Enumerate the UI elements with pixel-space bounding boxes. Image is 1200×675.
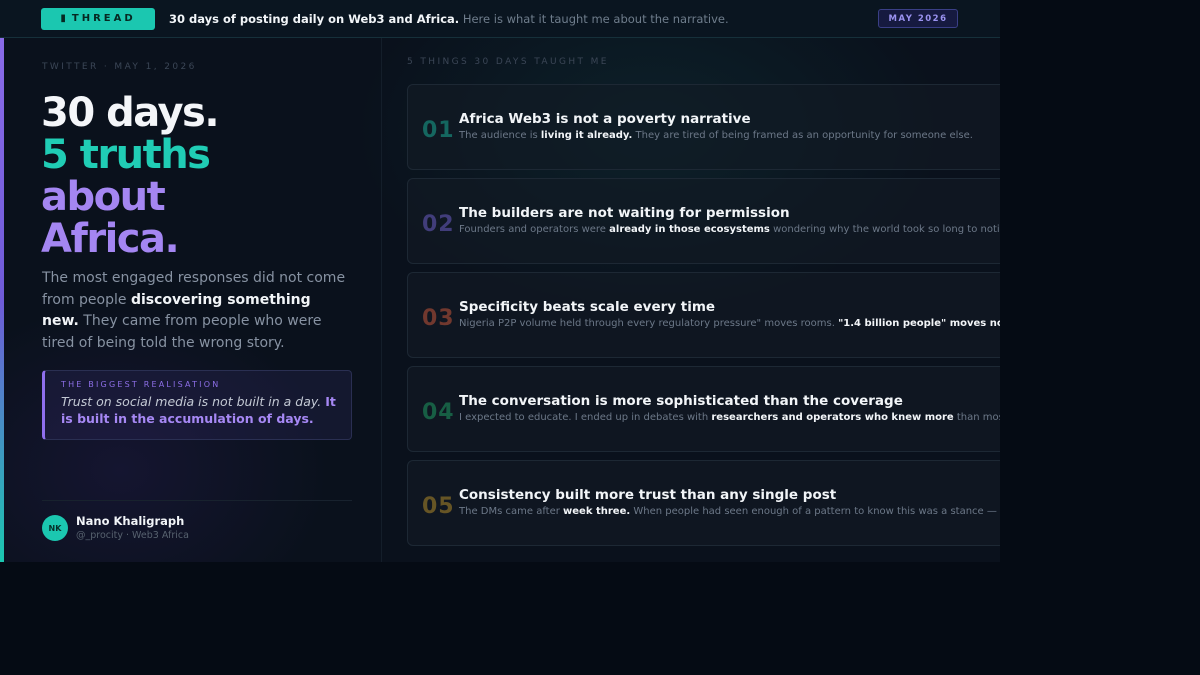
- list-item: 05 Consistency built more trust than any…: [407, 460, 1000, 546]
- realisation-quote: THE BIGGEST REALISATION Trust on social …: [42, 370, 352, 440]
- list-item: 04 The conversation is more sophisticate…: [407, 366, 1000, 452]
- page-title: 30 days. 5 truths about Africa.: [41, 90, 220, 262]
- intro-part-c: They came from people who were tired of …: [42, 313, 322, 351]
- date-badge: MAY 2026: [878, 9, 958, 28]
- section-label: 5 THINGS 30 DAYS TAUGHT ME: [407, 57, 609, 67]
- item-title: The conversation is more sophisticated t…: [459, 393, 903, 409]
- left-column: TWITTER · MAY 1, 2026 30 days. 5 truths …: [4, 38, 382, 562]
- item-desc-a: I expected to educate. I ended up in deb…: [459, 412, 712, 423]
- item-description: Founders and operators were already in t…: [459, 224, 1000, 235]
- item-desc-highlight: living it already.: [540, 130, 633, 141]
- post-meta: TWITTER · MAY 1, 2026: [42, 62, 197, 72]
- item-desc-a: Founders and operators were: [459, 224, 610, 235]
- item-title: Africa Web3 is not a poverty narrative: [459, 111, 751, 127]
- item-desc-highlight: researchers and operators who knew more: [711, 412, 954, 423]
- item-number: 04: [422, 400, 455, 425]
- list-item: 02 The builders are not waiting for perm…: [407, 178, 1000, 264]
- item-description: I expected to educate. I ended up in deb…: [459, 412, 1000, 423]
- top-bar: ▮ THREAD 30 days of posting daily on Web…: [0, 0, 1000, 38]
- item-desc-c: They are tired of being framed as an opp…: [632, 130, 973, 141]
- list-item: 03 Specificity beats scale every time Ni…: [407, 272, 1000, 358]
- item-desc-highlight: already in those ecosystems: [609, 224, 770, 235]
- item-title: Consistency built more trust than any si…: [459, 487, 837, 503]
- author-handle: @_procity · Web3 Africa: [76, 530, 189, 541]
- title-line-2: 5 truths: [41, 132, 211, 178]
- item-desc-c: than most reports a: [956, 412, 1000, 423]
- thread-card: ▮ THREAD 30 days of posting daily on Web…: [0, 0, 1000, 562]
- intro-text: The most engaged responses did not come …: [42, 268, 352, 354]
- item-desc-c: wondering why the world took so long to …: [769, 224, 1000, 235]
- title-line-3: about: [41, 174, 166, 220]
- item-description: The DMs came after week three. When peop…: [459, 506, 1000, 517]
- title-line-4: Africa.: [41, 216, 180, 262]
- item-desc-c: When people had seen enough of a pattern…: [633, 506, 1000, 517]
- headline: 30 days of posting daily on Web3 and Afr…: [169, 12, 729, 26]
- thread-badge: ▮ THREAD: [41, 7, 155, 30]
- item-desc-a: Nigeria P2P volume held through every re…: [459, 318, 839, 329]
- item-number: 05: [422, 494, 455, 519]
- list-item: 01 Africa Web3 is not a poverty narrativ…: [407, 84, 1000, 170]
- thread-badge-label: THREAD: [71, 13, 136, 24]
- title-line-1: 30 days.: [41, 90, 220, 136]
- item-number: 02: [422, 212, 455, 237]
- thread-glyph-icon: ▮: [60, 13, 66, 24]
- item-desc-highlight: week three.: [563, 506, 631, 517]
- item-number: 03: [422, 306, 455, 331]
- item-desc-a: The DMs came after: [459, 506, 564, 517]
- item-number: 01: [422, 118, 455, 143]
- item-desc-a: The audience is: [459, 130, 541, 141]
- item-description: The audience is living it already. They …: [459, 130, 973, 141]
- author-divider: [42, 500, 352, 501]
- item-description: Nigeria P2P volume held through every re…: [459, 318, 1000, 329]
- headline-muted: Here is what it taught me about the narr…: [462, 11, 729, 26]
- item-title: The builders are not waiting for permiss…: [459, 205, 790, 221]
- item-desc-highlight: "1.4 billion people" moves nobody.: [838, 318, 1000, 329]
- headline-strong: 30 days of posting daily on Web3 and Afr…: [169, 11, 460, 26]
- item-title: Specificity beats scale every time: [459, 299, 716, 315]
- avatar: NK: [42, 515, 68, 541]
- quote-text: Trust on social media is not built in a …: [61, 393, 351, 427]
- author-name: Nano Khaligraph: [76, 514, 185, 528]
- quote-part-a: Trust on social media is not built in a …: [61, 394, 326, 409]
- quote-label: THE BIGGEST REALISATION: [61, 380, 221, 389]
